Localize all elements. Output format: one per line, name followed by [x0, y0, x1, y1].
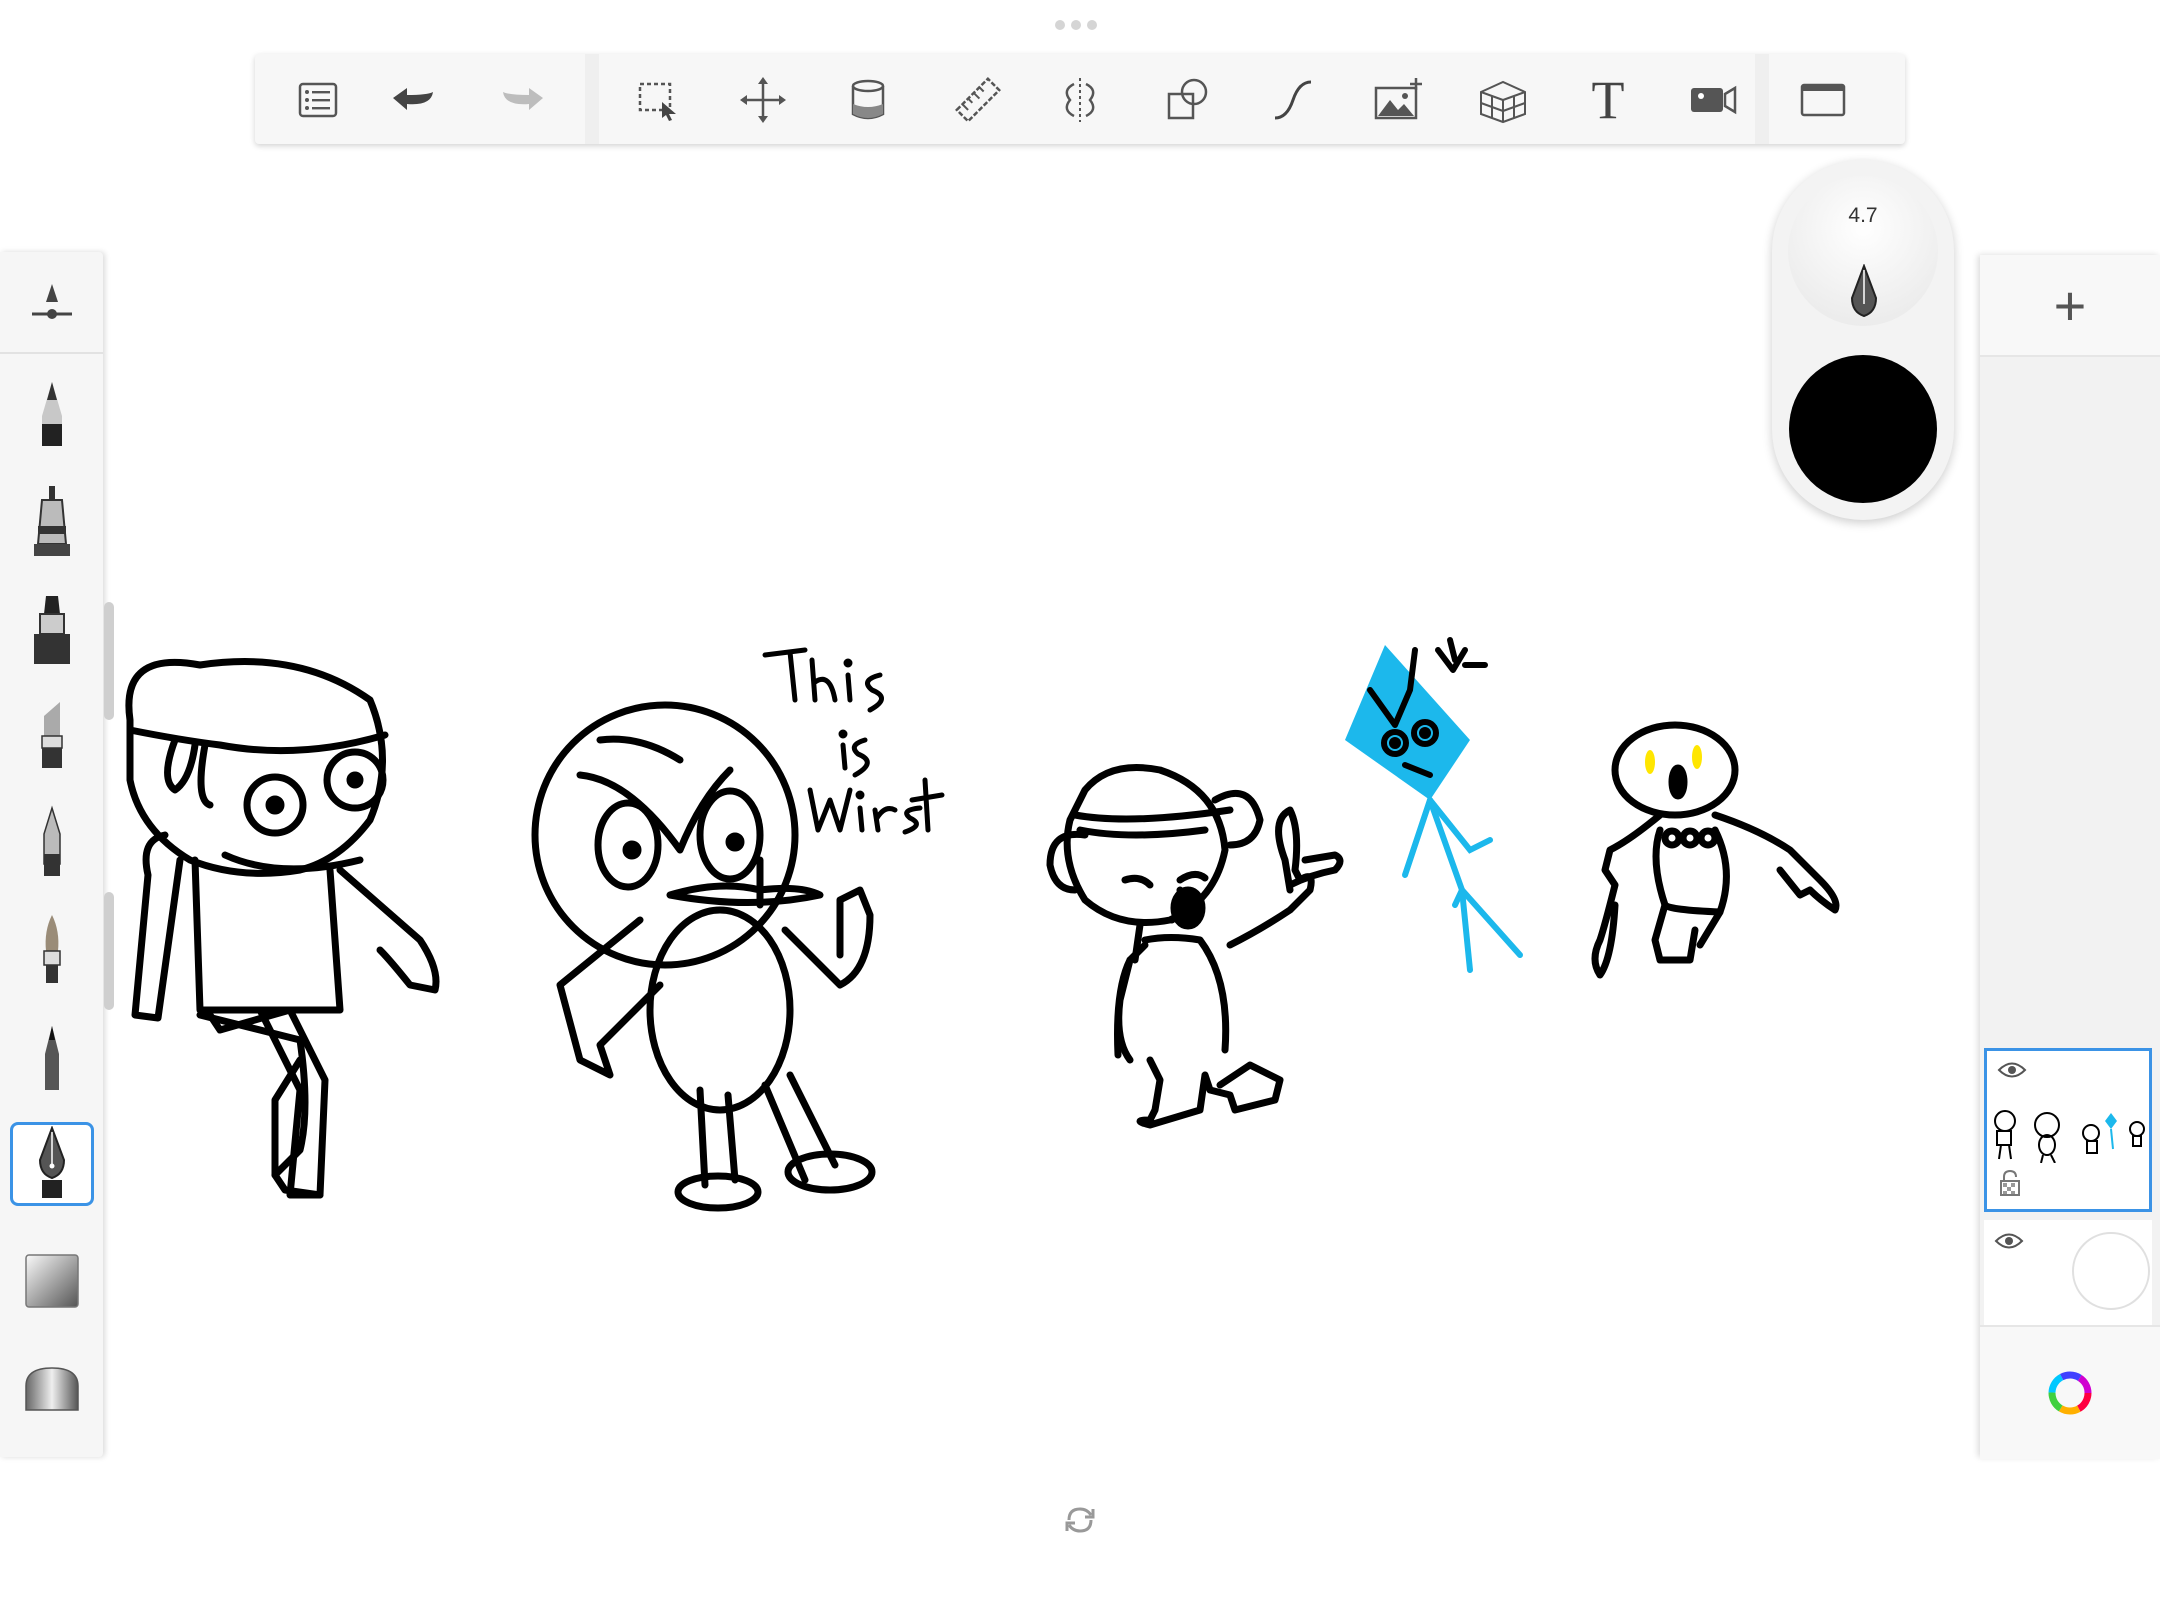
paintbrush-icon	[43, 915, 61, 983]
smudge-brush[interactable]	[10, 1237, 94, 1321]
doodle-character-1	[125, 658, 440, 1199]
doodle-character-3	[1046, 764, 1344, 1129]
brush-palette	[0, 252, 114, 1457]
eraser-brush[interactable]	[10, 1342, 94, 1426]
brush-size-control[interactable]: 4.7	[1788, 176, 1938, 326]
add-image-icon[interactable]	[1370, 72, 1426, 128]
eraser-icon	[25, 1367, 79, 1411]
marker-icon	[34, 596, 70, 664]
brush-properties-icon	[32, 284, 72, 319]
handwritten-text	[762, 647, 945, 835]
eye-icon[interactable]	[1994, 1230, 2024, 1252]
brush-size-slider-handle[interactable]	[104, 602, 114, 720]
text-icon: T	[1591, 70, 1625, 130]
fullscreen-icon[interactable]	[1795, 72, 1851, 128]
character-5-eyes	[1645, 745, 1702, 774]
eye-icon[interactable]	[1997, 1059, 2027, 1081]
smudge-icon	[25, 1254, 79, 1308]
redo-icon[interactable]	[495, 72, 551, 128]
selection-icon[interactable]	[630, 72, 686, 128]
list-icon[interactable]	[290, 72, 346, 128]
technical-pen-icon	[34, 486, 70, 556]
marker-brush[interactable]	[10, 588, 94, 672]
layers-panel: +	[1980, 255, 2160, 1459]
brush-puck[interactable]: 4.7	[1772, 160, 1954, 520]
ballpoint-icon	[43, 805, 61, 876]
undo-icon[interactable]	[385, 72, 441, 128]
perspective-icon[interactable]	[1475, 72, 1531, 128]
ruler-icon[interactable]	[950, 72, 1006, 128]
doodle-character-4	[1345, 637, 1523, 973]
ballpoint-brush[interactable]	[10, 800, 94, 884]
fill-icon[interactable]	[840, 72, 896, 128]
symmetry-icon[interactable]	[1052, 72, 1108, 128]
color-editor-button[interactable]	[1980, 1325, 2160, 1459]
sync-icon	[1065, 1507, 1095, 1533]
top-grip[interactable]	[1055, 20, 1105, 30]
paintbrush-brush[interactable]	[10, 907, 94, 991]
pencil-icon	[42, 382, 62, 446]
doodle-character-2	[531, 701, 876, 1212]
doodle-character-5	[1591, 721, 1840, 979]
transform-icon[interactable]	[735, 72, 791, 128]
calligraphy-pen-brush[interactable]	[10, 1122, 94, 1206]
plus-icon: +	[2053, 273, 2087, 337]
toolbar-divider	[585, 54, 599, 144]
main-toolbar: T	[255, 54, 1905, 144]
fine-pen-icon	[45, 1026, 59, 1090]
lock-open-icon[interactable]	[1999, 1169, 2021, 1197]
calligraphy-pen-icon	[1850, 264, 1878, 318]
chisel-marker-icon	[41, 702, 63, 768]
layer-thumbnail	[1994, 1110, 2145, 1163]
chisel-marker-brush[interactable]	[10, 692, 94, 776]
brush-size-value: 4.7	[1848, 204, 1878, 227]
record-icon[interactable]	[1685, 72, 1741, 128]
curve-icon[interactable]	[1265, 72, 1321, 128]
fine-pen-brush[interactable]	[10, 1014, 94, 1098]
current-color-swatch[interactable]	[1789, 355, 1937, 503]
background-color-swatch[interactable]	[2072, 1232, 2150, 1310]
brush-opacity-slider-handle[interactable]	[104, 892, 114, 1010]
brush-properties-button[interactable]	[0, 252, 103, 354]
calligraphy-pen-icon	[38, 1126, 66, 1198]
technical-pen-brush[interactable]	[10, 480, 94, 564]
color-wheel-icon	[2048, 1371, 2092, 1415]
shapes-icon[interactable]	[1160, 72, 1216, 128]
toolbar-divider	[1755, 54, 1769, 144]
pencil-brush[interactable]	[10, 372, 94, 456]
text-tool-button[interactable]: T	[1580, 70, 1636, 130]
add-layer-button[interactable]: +	[1980, 255, 2160, 357]
layer-drawing[interactable]	[1984, 1048, 2152, 1212]
